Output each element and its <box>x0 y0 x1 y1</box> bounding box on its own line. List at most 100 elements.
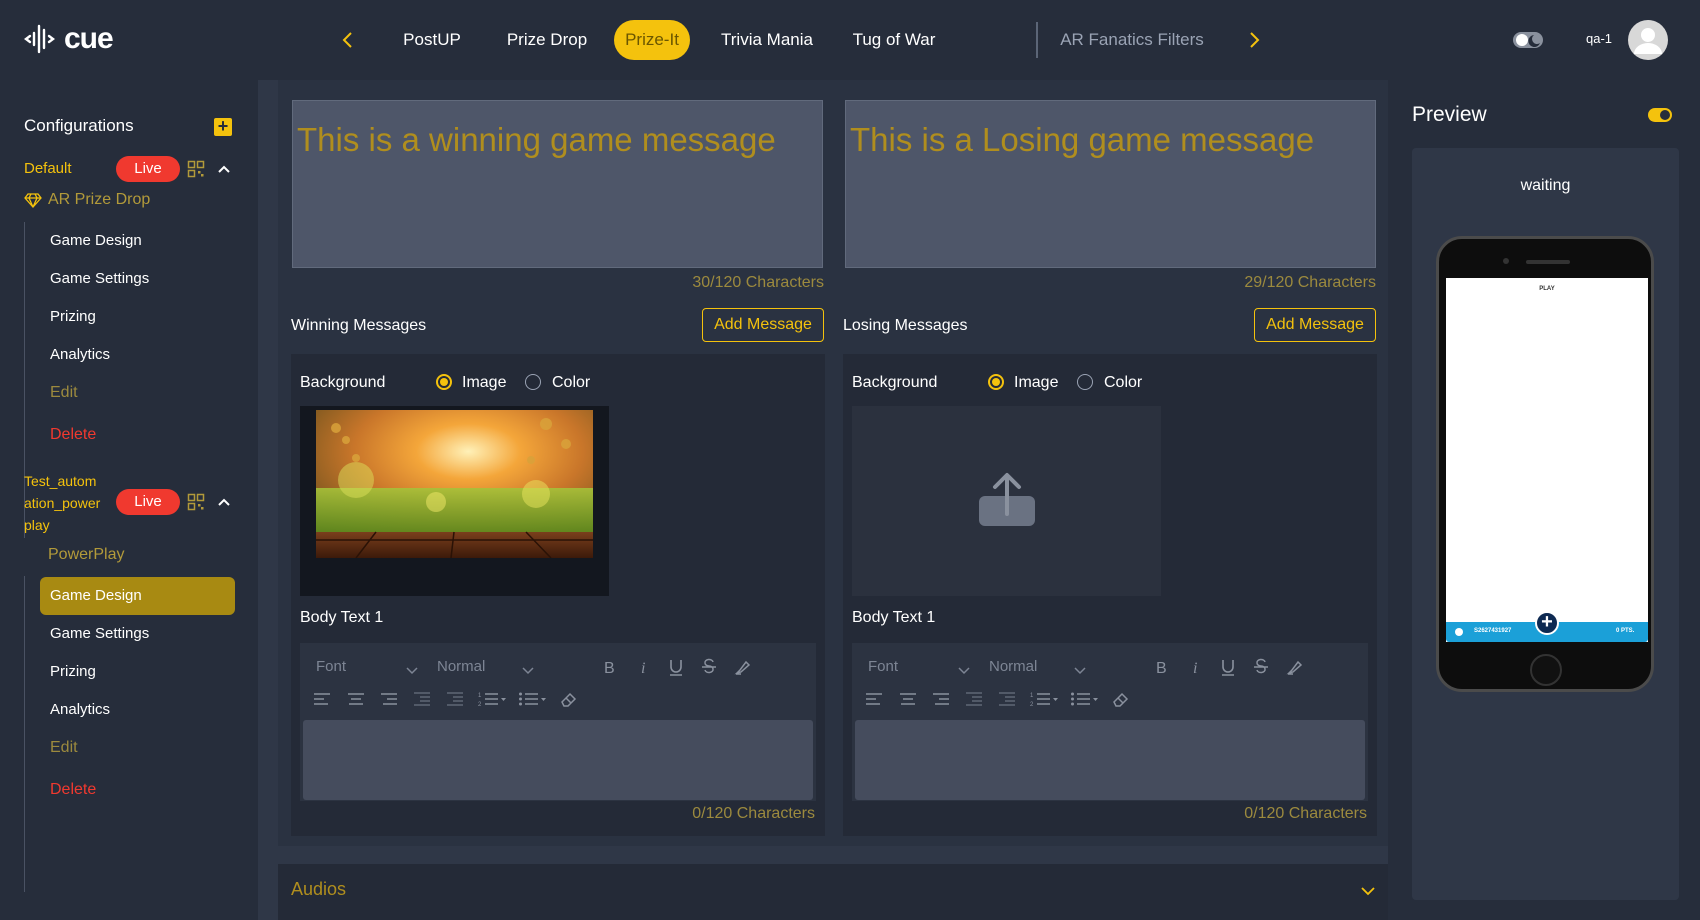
add-losing-message-button[interactable]: Add Message <box>1254 308 1376 342</box>
phone-speaker <box>1526 260 1570 264</box>
tab-trivia-mania[interactable]: Trivia Mania <box>712 20 822 60</box>
eraser-icon[interactable] <box>559 689 579 709</box>
avatar[interactable] <box>1628 20 1668 60</box>
bullet-list-icon[interactable] <box>518 689 548 709</box>
font-select[interactable]: Font <box>868 658 898 675</box>
tab-prize-it[interactable]: Prize-It <box>614 20 690 60</box>
underline-icon[interactable] <box>666 657 686 677</box>
add-configuration-button[interactable]: + <box>214 117 232 136</box>
font-select[interactable]: Font <box>316 658 346 675</box>
winning-message-input[interactable]: This is a winning game message <box>292 100 823 268</box>
svg-text:B: B <box>1156 660 1167 677</box>
size-select[interactable]: Normal <box>989 658 1037 675</box>
bold-icon[interactable]: B <box>600 657 620 677</box>
align-center-icon[interactable] <box>898 689 918 709</box>
align-right-icon[interactable] <box>379 689 399 709</box>
winning-body-text-input[interactable] <box>303 720 813 800</box>
bullet-list-icon[interactable] <box>1070 689 1100 709</box>
background-image-label[interactable]: Image <box>462 374 506 392</box>
chevron-down-icon[interactable] <box>1358 880 1378 900</box>
qr-code-icon[interactable] <box>187 160 205 178</box>
align-center-icon[interactable] <box>346 689 366 709</box>
menu-game-settings[interactable]: Game Settings <box>50 270 149 287</box>
chevron-up-icon[interactable] <box>216 494 232 510</box>
ordered-list-icon[interactable]: 12 <box>1030 689 1060 709</box>
nav-next-button[interactable] <box>1240 26 1268 54</box>
winning-body-char-count: 0/120 Characters <box>692 805 815 822</box>
tab-postup[interactable]: PostUP <box>392 20 472 60</box>
svg-text:i: i <box>641 660 645 677</box>
outdent-icon[interactable] <box>964 689 984 709</box>
indent-icon[interactable] <box>445 689 465 709</box>
winning-messages-label: Winning Messages <box>291 317 427 334</box>
size-select[interactable]: Normal <box>437 658 485 675</box>
menu-analytics[interactable]: Analytics <box>50 701 110 718</box>
nav-prev-button[interactable] <box>334 26 362 54</box>
align-left-icon[interactable] <box>864 689 884 709</box>
sidebar: Configurations + Default Live AR Prize D… <box>0 80 258 920</box>
italic-icon[interactable]: i <box>634 657 654 677</box>
menu-prizing[interactable]: Prizing <box>50 663 96 680</box>
svg-text:2: 2 <box>478 702 482 708</box>
chevron-down-icon[interactable] <box>518 660 538 680</box>
losing-message-text: This is a Losing game message <box>850 121 1315 158</box>
chevron-down-icon[interactable] <box>402 660 422 680</box>
menu-analytics[interactable]: Analytics <box>50 346 110 363</box>
menu-game-design[interactable]: Game Design <box>50 232 142 249</box>
phone-screen <box>1446 278 1648 642</box>
user-avatar-icon <box>1634 28 1662 54</box>
tab-prize-drop[interactable]: Prize Drop <box>494 20 600 60</box>
background-color-radio[interactable] <box>525 374 541 390</box>
forest-background-image <box>316 410 593 558</box>
chevron-down-icon[interactable] <box>954 660 974 680</box>
svg-text:i: i <box>1193 660 1197 677</box>
outdent-icon[interactable] <box>412 689 432 709</box>
config-name-default[interactable]: Default <box>24 158 72 180</box>
eraser-icon[interactable] <box>1111 689 1131 709</box>
menu-delete[interactable]: Delete <box>50 781 96 799</box>
status-badge: Live <box>116 156 180 182</box>
highlighter-icon[interactable] <box>1285 657 1305 677</box>
config-name-test-automation[interactable]: Test_autom ation_power play <box>24 470 100 536</box>
background-color-label[interactable]: Color <box>552 374 590 392</box>
background-image-radio[interactable] <box>988 374 1004 390</box>
body-text-label: Body Text 1 <box>300 609 384 626</box>
chevron-down-icon[interactable] <box>1070 660 1090 680</box>
losing-body-text-input[interactable] <box>855 720 1365 800</box>
menu-edit[interactable]: Edit <box>50 384 78 402</box>
menu-delete[interactable]: Delete <box>50 426 96 444</box>
strikethrough-icon[interactable] <box>1251 657 1271 677</box>
menu-prizing[interactable]: Prizing <box>50 308 96 325</box>
indent-icon[interactable] <box>997 689 1017 709</box>
menu-game-design[interactable]: Game Design <box>40 577 235 615</box>
config-name-line: play <box>24 517 50 533</box>
background-image-radio[interactable] <box>436 374 452 390</box>
add-winning-message-button[interactable]: Add Message <box>702 308 824 342</box>
align-right-icon[interactable] <box>931 689 951 709</box>
underline-icon[interactable] <box>1218 657 1238 677</box>
background-image-preview[interactable] <box>300 406 609 596</box>
strikethrough-icon[interactable] <box>699 657 719 677</box>
menu-edit[interactable]: Edit <box>50 739 78 757</box>
background-image-label[interactable]: Image <box>1014 374 1058 392</box>
tab-ar-fanatics-filters[interactable]: AR Fanatics Filters <box>1056 20 1208 60</box>
italic-icon[interactable]: i <box>1186 657 1206 677</box>
align-left-icon[interactable] <box>312 689 332 709</box>
bold-icon[interactable]: B <box>1152 657 1172 677</box>
ordered-list-icon[interactable]: 12 <box>478 689 508 709</box>
cue-logo[interactable]: cue <box>24 22 114 56</box>
theme-toggle[interactable] <box>1512 29 1546 51</box>
chevron-up-icon[interactable] <box>216 161 232 177</box>
menu-game-settings[interactable]: Game Settings <box>50 625 149 642</box>
background-upload-area[interactable] <box>852 406 1161 596</box>
losing-message-input[interactable]: This is a Losing game message <box>845 100 1376 268</box>
audios-section[interactable]: Audios <box>278 864 1388 920</box>
highlighter-icon[interactable] <box>733 657 753 677</box>
chevron-right-icon <box>1250 32 1260 48</box>
background-color-radio[interactable] <box>1077 374 1093 390</box>
qr-code-icon[interactable] <box>187 493 205 511</box>
preview-toggle[interactable] <box>1648 108 1672 122</box>
theme-toggle-icon <box>1513 32 1543 48</box>
background-color-label[interactable]: Color <box>1104 374 1142 392</box>
tab-tug-of-war[interactable]: Tug of War <box>842 20 946 60</box>
